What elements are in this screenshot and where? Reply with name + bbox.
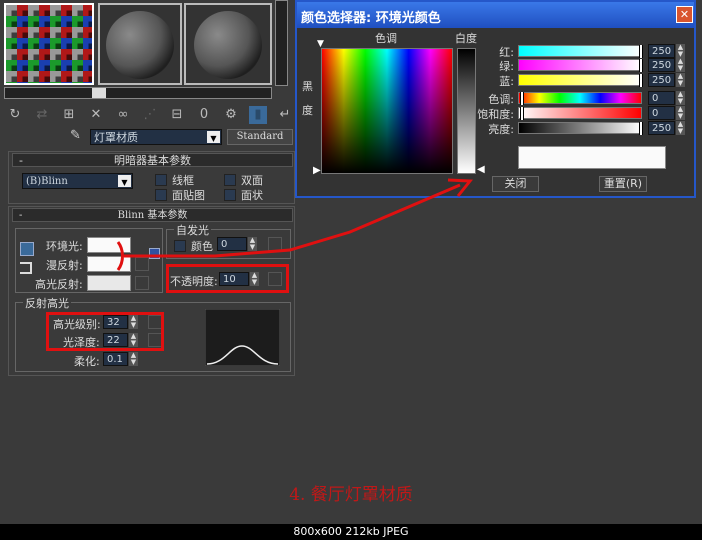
- channel-label: 色调:: [488, 93, 514, 106]
- blinn-rollout-header[interactable]: - Blinn 基本参数: [12, 208, 293, 222]
- two-sided-checkbox[interactable]: 双面: [224, 172, 263, 188]
- color-preview: [518, 146, 666, 169]
- soften-spinner[interactable]: ▲ ▼: [129, 352, 138, 366]
- sample-slot[interactable]: [184, 3, 272, 85]
- face-map-checkbox[interactable]: 面贴图: [155, 187, 205, 203]
- highlight-curve-graph: [205, 309, 280, 366]
- sample-slot[interactable]: [98, 3, 182, 85]
- dialog-title: 颜色选择器: 环境光颜色: [301, 11, 441, 26]
- shader-rollout-header[interactable]: - 明暗器基本参数: [12, 153, 293, 167]
- soften-input[interactable]: 0.1: [103, 352, 128, 366]
- channel-spinner[interactable]: ▲ ▼: [676, 121, 685, 135]
- reset-icon[interactable]: ✕: [87, 106, 105, 124]
- get-material-icon[interactable]: ↻: [6, 106, 24, 124]
- lock-map-icon[interactable]: [149, 248, 160, 259]
- assign-material-icon[interactable]: ⊞: [60, 106, 78, 124]
- sample-slot-active[interactable]: [4, 3, 94, 85]
- image-info-bar: 800x600 212kb JPEG: [0, 524, 702, 540]
- specular-highlights-title: 反射高光: [23, 295, 71, 311]
- soften-label: 柔化:: [74, 355, 100, 368]
- channel-label: 亮度:: [488, 123, 514, 136]
- channel-value-input[interactable]: 0: [648, 106, 675, 120]
- go-parent-icon[interactable]: ↵: [276, 106, 294, 124]
- blackness-label: 度: [302, 104, 313, 117]
- ambient-color-swatch[interactable]: [87, 237, 131, 253]
- slider-handle[interactable]: [638, 122, 643, 135]
- reset-button[interactable]: 重置(R): [599, 176, 647, 192]
- put-to-scene-icon[interactable]: ⇄: [33, 106, 51, 124]
- slider-handle[interactable]: [520, 92, 525, 105]
- copy-material-icon[interactable]: ∞: [114, 106, 132, 124]
- diffuse-map-button[interactable]: [135, 257, 149, 271]
- caption: 4. 餐厅灯罩材质: [289, 485, 413, 505]
- channel-slider[interactable]: [518, 107, 642, 120]
- vertical-scrollbar[interactable]: [275, 0, 288, 86]
- slider-handle[interactable]: [638, 59, 643, 72]
- channel-value-input[interactable]: 250: [648, 73, 675, 87]
- channel-slider[interactable]: [518, 59, 643, 72]
- channel-spinner[interactable]: ▲ ▼: [676, 73, 685, 87]
- show-map-icon[interactable]: ⚙: [222, 106, 240, 124]
- material-name-input[interactable]: 灯罩材质 ▼: [90, 129, 222, 145]
- blackness-pointer[interactable]: ▶: [313, 165, 321, 176]
- channel-label: 绿:: [499, 60, 514, 73]
- whiteness-label: 白度: [455, 32, 477, 45]
- whiteness-pointer[interactable]: ◀: [477, 164, 485, 175]
- material-type-button[interactable]: Standard: [227, 129, 293, 145]
- specular-label: 高光反射:: [35, 278, 83, 291]
- whiteness-bar[interactable]: [457, 48, 476, 174]
- slider-handle[interactable]: [638, 74, 643, 87]
- channel-slider[interactable]: [518, 122, 643, 135]
- ambient-label: 环境光:: [46, 240, 83, 253]
- opacity-highlight-box: [166, 264, 289, 293]
- self-illum-input[interactable]: 0: [217, 237, 247, 251]
- specular-color-swatch[interactable]: [87, 275, 131, 291]
- specular-highlight-box: [46, 312, 164, 351]
- hue-label: 色调: [375, 32, 397, 45]
- put-library-icon[interactable]: ⊟: [168, 106, 186, 124]
- shader-type-dropdown[interactable]: (B)Blinn ▼: [22, 173, 133, 189]
- dialog-title-bar: 颜色选择器: 环境光颜色 ✕: [297, 2, 694, 28]
- chevron-down-icon: ▼: [207, 131, 220, 143]
- blackness-label: 黑: [302, 80, 313, 93]
- channel-slider[interactable]: [518, 74, 643, 87]
- specular-map-button[interactable]: [135, 276, 149, 290]
- channel-spinner[interactable]: ▲ ▼: [676, 91, 685, 105]
- channel-value-input[interactable]: 250: [648, 58, 675, 72]
- show-end-result-icon[interactable]: ▮: [249, 106, 267, 124]
- channel-label: 饱和度:: [477, 108, 514, 121]
- material-toolbar: ↻ ⇄ ⊞ ✕ ∞ ⋰ ⊟ 0 ⚙ ▮ ↵: [6, 106, 294, 124]
- material-id-icon[interactable]: 0: [195, 106, 213, 124]
- self-illumination-title: 自发光: [174, 222, 211, 238]
- diffuse-label: 漫反射:: [46, 259, 83, 272]
- color-picker-dialog: 颜色选择器: 环境光颜色 ✕ 色调 白度 黑 度 ▼ ▶ ◀ 红: 250 ▲ ▼…: [295, 0, 696, 198]
- channel-slider[interactable]: [518, 45, 643, 58]
- self-illum-spinner[interactable]: ▲ ▼: [248, 237, 257, 251]
- unique-icon[interactable]: ⋰: [141, 106, 159, 124]
- channel-spinner[interactable]: ▲ ▼: [676, 44, 685, 58]
- faceted-checkbox[interactable]: 面状: [224, 187, 263, 203]
- channel-label: 蓝:: [499, 75, 514, 88]
- close-icon[interactable]: ✕: [676, 6, 693, 23]
- self-illum-color-checkbox[interactable]: 颜色: [174, 238, 213, 254]
- chevron-down-icon: ▼: [118, 175, 131, 187]
- lock-diffuse-specular-icon[interactable]: [20, 262, 32, 274]
- horizontal-scrollbar[interactable]: [4, 87, 272, 99]
- channel-value-input[interactable]: 0: [648, 91, 675, 105]
- slider-handle[interactable]: [638, 45, 643, 58]
- eyedropper-icon[interactable]: ✎: [70, 128, 81, 143]
- hue-blackness-field[interactable]: [321, 48, 453, 174]
- channel-value-input[interactable]: 250: [648, 121, 675, 135]
- close-button[interactable]: 关闭: [492, 176, 539, 192]
- channel-spinner[interactable]: ▲ ▼: [676, 58, 685, 72]
- channel-value-input[interactable]: 250: [648, 44, 675, 58]
- channel-slider[interactable]: [518, 92, 642, 105]
- diffuse-color-swatch[interactable]: [87, 256, 131, 272]
- self-illum-map-button[interactable]: [268, 237, 282, 251]
- channel-spinner[interactable]: ▲ ▼: [676, 106, 685, 120]
- wire-checkbox[interactable]: 线框: [155, 172, 194, 188]
- lock-ambient-diffuse-icon[interactable]: [20, 242, 34, 256]
- slider-handle[interactable]: [520, 107, 525, 120]
